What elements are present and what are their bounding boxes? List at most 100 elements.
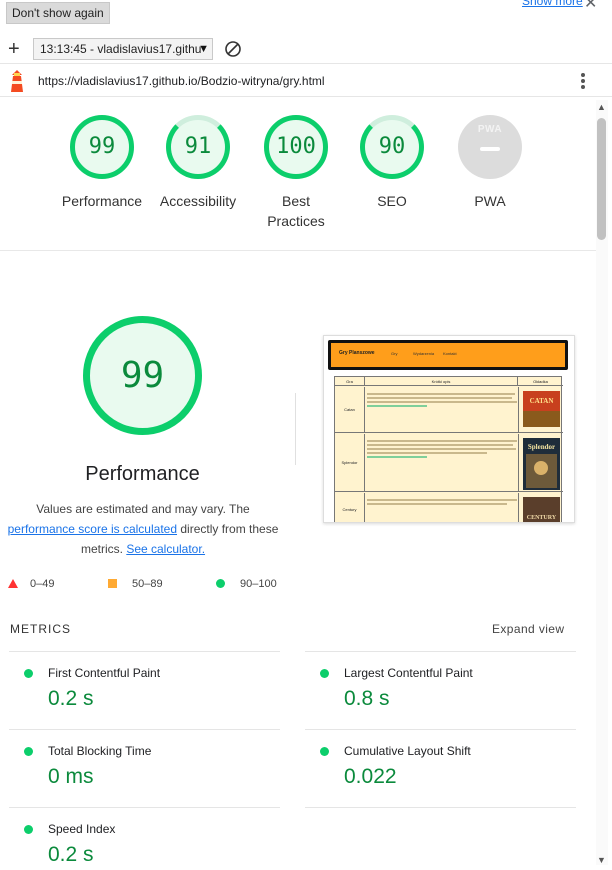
more-options-icon[interactable] (578, 71, 588, 91)
gauge-score: 91 (166, 115, 230, 179)
pass-dot-icon (320, 747, 329, 756)
screenshot-row-name: Splendor (335, 434, 365, 491)
legend-average: 50–89 (108, 578, 163, 590)
metric-name: Total Blocking Time (48, 744, 152, 758)
screenshot-th: Gra (335, 377, 365, 386)
pass-dot-icon (24, 669, 33, 678)
gauge-label: SEO (377, 193, 407, 209)
gauge-label: Best Practices (267, 193, 325, 229)
performance-title: Performance (85, 463, 200, 485)
final-screenshot[interactable]: Gry Planszowe Gry Wydarzenia Kontakt Gra… (323, 335, 575, 523)
gauge-best-practices[interactable]: 100 Best Practices (241, 115, 351, 231)
metric-value: 0.2 s (48, 843, 94, 866)
clear-icon[interactable] (224, 40, 242, 58)
screenshot-row-desc (367, 440, 517, 458)
pwa-badge-text: PWA (477, 124, 503, 135)
metric-value: 0 ms (48, 765, 94, 788)
circle-icon (216, 579, 225, 588)
see-calculator-link[interactable]: See calculator. (126, 542, 205, 556)
gauge-pwa[interactable]: PWA PWA (435, 115, 545, 211)
gauge-accessibility[interactable]: 91 Accessibility (143, 115, 253, 211)
url-bar: https://vladislavius17.github.io/Bodzio-… (0, 65, 612, 97)
metric-cls: Cumulative Layout Shift 0.022 (305, 729, 576, 807)
report-select-value: 13:13:45 - vladislavius17.githu (40, 42, 202, 56)
metrics-heading: METRICS (10, 622, 71, 636)
gauge-performance[interactable]: 99 Performance (47, 115, 157, 211)
gauge-seo[interactable]: 90 SEO (337, 115, 447, 211)
screenshot-logo: Gry Planszowe (339, 350, 375, 356)
scroll-up-icon[interactable]: ▲ (597, 102, 606, 112)
metric-name: Cumulative Layout Shift (344, 744, 471, 758)
legend-label: 0–49 (30, 578, 55, 590)
screenshot-row-name: Century (335, 493, 365, 522)
metric-value: 0.8 s (344, 687, 390, 710)
gauge-score: 99 (70, 115, 134, 179)
lighthouse-toolbar: + 13:13:45 - vladislavius17.githu ▼ (0, 36, 612, 64)
metric-name: Speed Index (48, 822, 116, 836)
metric-lcp: Largest Contentful Paint 0.8 s (305, 651, 576, 729)
svg-text:CATAN: CATAN (530, 397, 554, 405)
scrollbar-thumb[interactable] (597, 118, 606, 240)
metric-name: Largest Contentful Paint (344, 666, 473, 680)
metric-fcp: First Contentful Paint 0.2 s (9, 651, 280, 729)
gauge-score: 100 (264, 115, 328, 179)
legend-label: 90–100 (240, 578, 277, 590)
screenshot-row-name: Catan (335, 387, 365, 432)
metric-value: 0.2 s (48, 687, 94, 710)
pass-dot-icon (24, 747, 33, 756)
screenshot-th: Krótki opis (365, 377, 518, 386)
screenshot-nav-item: Wydarzenia (413, 351, 435, 356)
metric-name: First Contentful Paint (48, 666, 161, 680)
report-select[interactable]: 13:13:45 - vladislavius17.githu ▼ (33, 38, 213, 60)
metric-divider (305, 807, 576, 870)
legend-fail: 0–49 (8, 578, 54, 590)
screenshot-nav-item: Gry (391, 351, 398, 356)
pass-dot-icon (24, 825, 33, 834)
dont-show-again-button[interactable]: Don't show again (6, 2, 110, 24)
pwa-dash (480, 147, 500, 151)
century-cover-image: CENTURY (523, 497, 560, 522)
svg-text:CENTURY: CENTURY (527, 515, 557, 521)
screenshot-row: Century CENTURY (335, 493, 563, 522)
new-report-icon[interactable]: + (8, 36, 20, 62)
metric-speed-index: Speed Index 0.2 s (9, 807, 280, 870)
lighthouse-logo-icon (11, 70, 23, 92)
performance-main-gauge: 99 (83, 316, 202, 435)
vertical-scrollbar[interactable]: ▲ ▼ (596, 100, 608, 865)
screenshot-row-desc (367, 393, 517, 407)
screenshot-row: Splendor Splendor (335, 434, 563, 492)
screenshot-row-desc (367, 499, 517, 505)
screenshot-nav-item: Kontakt (443, 351, 457, 356)
pwa-badge-icon: PWA (458, 115, 522, 179)
performance-score-link[interactable]: performance score is calculated (8, 522, 177, 536)
screenshot-cover-cell: CATAN (518, 387, 563, 432)
desc-text: Values are estimated and may vary. The (36, 502, 250, 516)
performance-description: Values are estimated and may vary. The p… (0, 499, 286, 559)
screenshot-row: Catan CATAN (335, 387, 563, 433)
svg-text:Splendor: Splendor (528, 443, 555, 451)
screenshot-cover-cell: CENTURY (518, 493, 563, 522)
gauge-score: 90 (360, 115, 424, 179)
pass-dot-icon (320, 669, 329, 678)
page-url: https://vladislavius17.github.io/Bodzio-… (38, 74, 325, 88)
legend-pass: 90–100 (216, 578, 277, 590)
notification-bar: Don't show again Show more ✕ (0, 0, 612, 30)
catan-cover-image: CATAN (523, 391, 560, 427)
chevron-down-icon: ▼ (198, 43, 209, 55)
gauge-label: Accessibility (159, 193, 237, 209)
gauge-label: Performance (61, 193, 143, 209)
square-icon (108, 579, 117, 588)
scroll-down-icon[interactable]: ▼ (597, 855, 606, 865)
legend-label: 50–89 (132, 578, 163, 590)
close-icon[interactable]: ✕ (584, 0, 597, 13)
screenshot-cover-cell: Splendor (518, 434, 563, 491)
expand-view-toggle[interactable]: Expand view (492, 622, 564, 636)
splendor-cover-image: Splendor (523, 438, 560, 490)
report-content: 99 Performance 91 Accessibility 100 Best… (0, 97, 596, 870)
screenshot-header: Gry Planszowe Gry Wydarzenia Kontakt (328, 340, 568, 370)
gauge-label: PWA (474, 193, 506, 209)
metric-tbt: Total Blocking Time 0 ms (9, 729, 280, 807)
metric-value: 0.022 (344, 765, 397, 788)
score-gauges: 99 Performance 91 Accessibility 100 Best… (0, 97, 596, 251)
show-more-link[interactable]: Show more (522, 0, 583, 8)
